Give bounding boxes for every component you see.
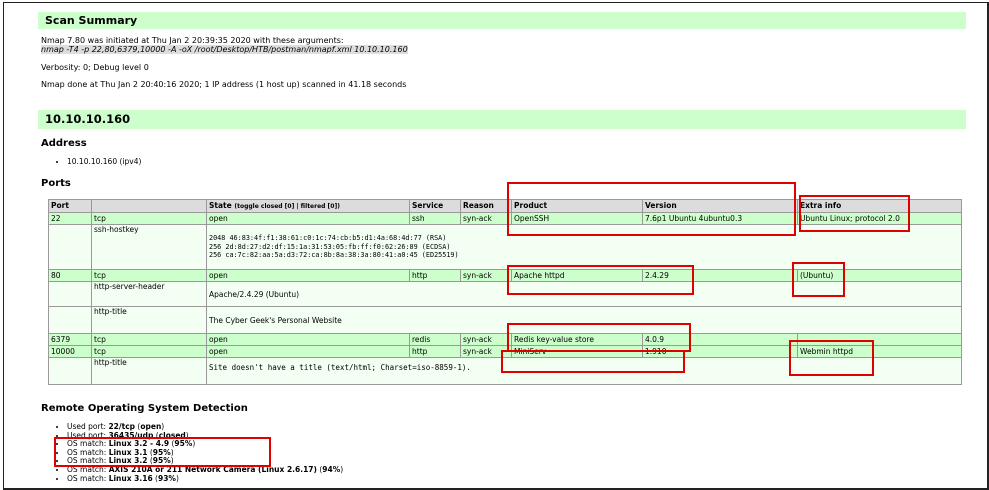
host-title: 10.10.10.160 (45, 112, 131, 126)
verbosity-line: Verbosity: 0; Debug level 0 (41, 63, 149, 72)
scan-summary-header: Scan Summary (38, 12, 966, 29)
address-item: 10.10.10.160 (ipv4) (67, 157, 141, 167)
annotation-box-ubuntu-linux (799, 195, 910, 232)
address-heading: Address (41, 138, 87, 149)
report-frame: Scan Summary Nmap 7.80 was initiated at … (3, 2, 989, 490)
annotation-box-ubuntu (792, 262, 845, 297)
os-detection-heading: Remote Operating System Detection (41, 403, 248, 414)
hostkey-rsa: 2048 46:83:4f:f1:38:61:c0:1c:74:cb:b5:d1… (209, 234, 447, 242)
col-reason: Reason (460, 199, 512, 213)
scan-summary-title: Scan Summary (45, 14, 138, 27)
host-header: 10.10.10.160 (38, 110, 966, 129)
script-row-http-title-80: http-title The Cyber Geek's Personal Web… (48, 306, 962, 334)
annotation-box-os-match (54, 437, 271, 467)
nmap-arguments: nmap -T4 -p 22,80,6379,10000 -A -oX /roo… (41, 45, 408, 54)
init-line: Nmap 7.80 was initiated at Thu Jan 2 20:… (41, 36, 344, 45)
col-service: Service (409, 199, 461, 213)
annotation-box-apache (507, 265, 694, 295)
ports-heading: Ports (41, 178, 71, 189)
col-port: Port (48, 199, 92, 213)
col-state: State (toggle closed [0] | filtered [0]) (206, 199, 410, 213)
annotation-box-openssh (507, 182, 796, 236)
toggle-closed-link[interactable]: (toggle closed [0] | filtered [0]) (234, 203, 340, 210)
annotation-box-webmin (789, 340, 874, 376)
done-line: Nmap done at Thu Jan 2 20:40:16 2020; 1 … (41, 80, 407, 89)
annotation-box-redis (507, 323, 691, 352)
hostkey-ecdsa: 256 2d:8d:27:d2:df:15:1a:31:53:05:fb:ff:… (209, 242, 451, 251)
annotation-box-miniserv (501, 350, 685, 373)
os-list-item: OS match: Linux 3.16 (93%) (67, 474, 343, 484)
hostkey-ed25519: 256 ca:7c:82:aa:5a:d3:72:ca:8b:8a:38:3a:… (209, 251, 459, 259)
address-list: 10.10.10.160 (ipv4) (41, 157, 141, 167)
